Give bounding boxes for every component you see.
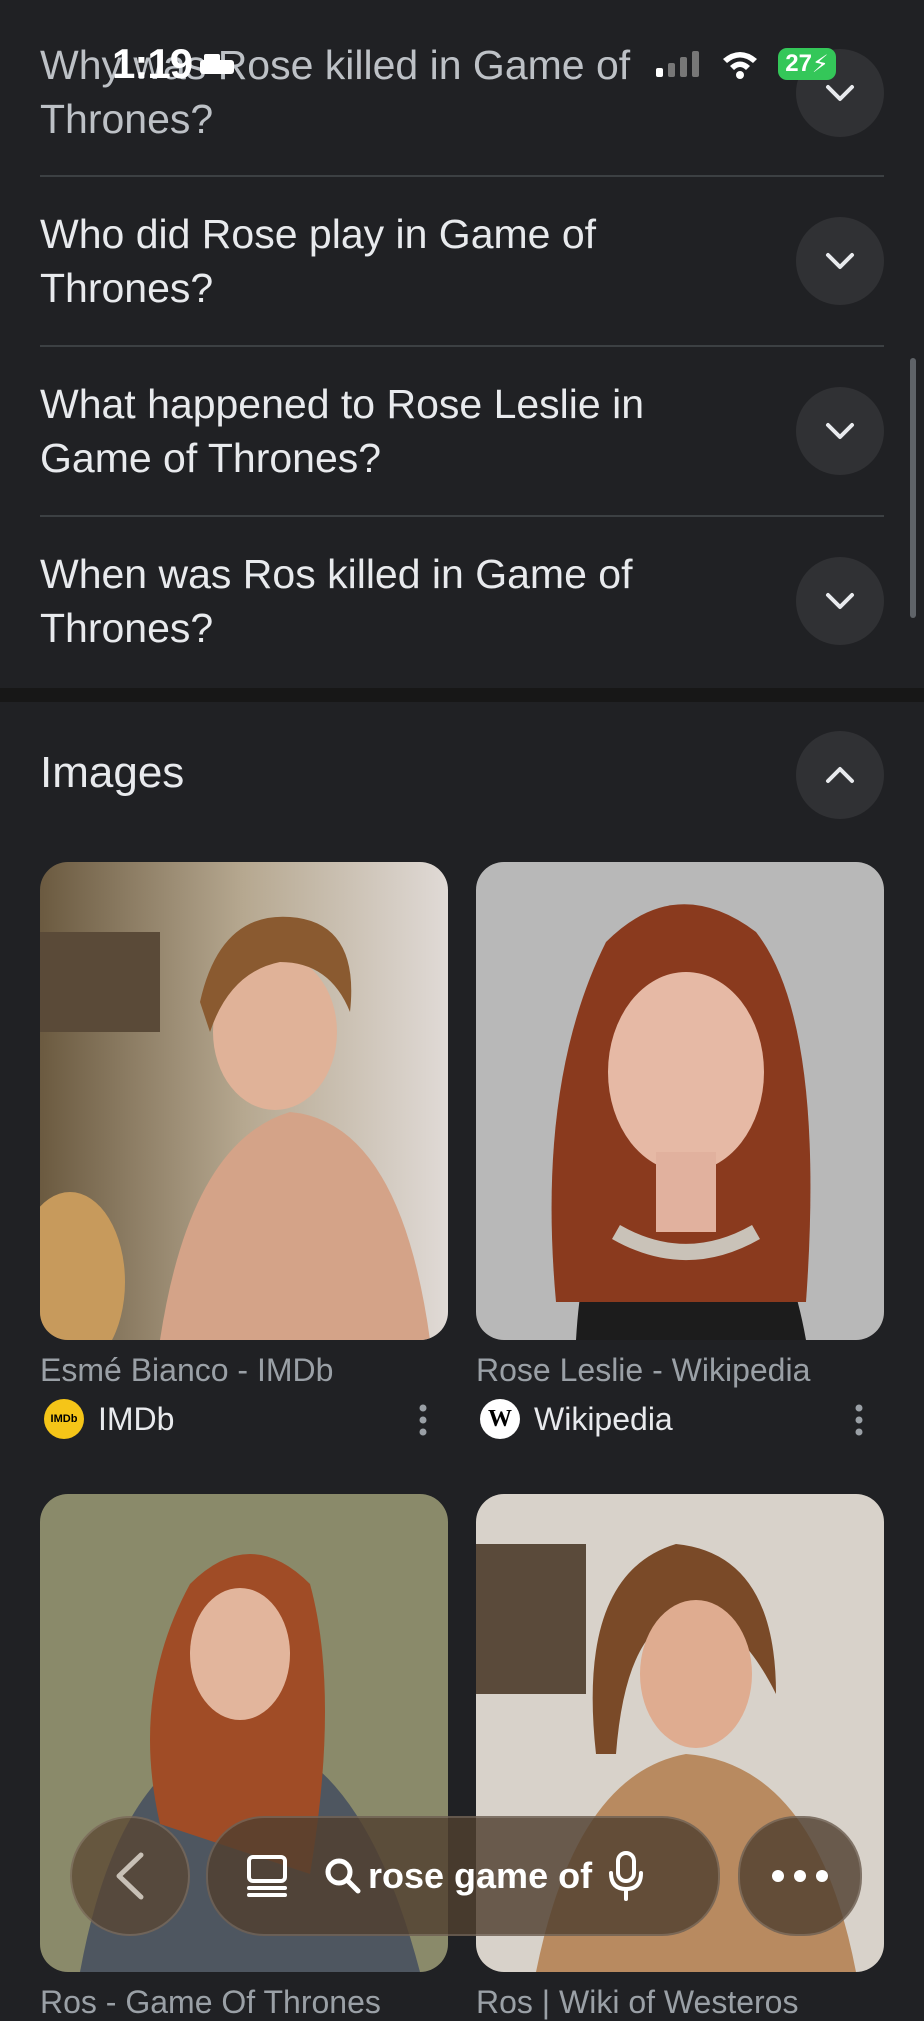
faq-question: When was Ros killed in Game of Thrones? xyxy=(40,551,633,651)
image-title[interactable]: Ros | Wiki of Westeros xyxy=(476,1984,884,2021)
faq-item[interactable]: When was Ros killed in Game of Thrones? xyxy=(40,517,884,687)
faq-question: Who did Rose play in Game of Thrones? xyxy=(40,211,597,311)
more-options-button[interactable] xyxy=(738,1816,862,1936)
faq-question: Why was Rose killed in Game of Thrones? xyxy=(40,42,631,142)
image-thumbnail[interactable] xyxy=(40,862,448,1340)
chevron-up-icon xyxy=(826,767,854,783)
expand-button[interactable] xyxy=(796,217,884,305)
search-bar[interactable]: rose game of xyxy=(206,1816,720,1936)
image-title[interactable]: Rose Leslie - Wikipedia xyxy=(476,1352,884,1389)
chevron-down-icon xyxy=(826,423,854,439)
faq-item[interactable]: Why was Rose killed in Game of Thrones? xyxy=(40,0,884,177)
bottom-toolbar: rose game of xyxy=(0,1810,924,1940)
more-vert-icon[interactable] xyxy=(408,1403,438,1437)
scrollbar[interactable] xyxy=(910,358,916,618)
expand-button[interactable] xyxy=(796,557,884,645)
source-name: IMDb xyxy=(98,1400,175,1437)
collapse-button[interactable] xyxy=(796,731,884,819)
chevron-down-icon xyxy=(826,253,854,269)
imdb-logo-text: IMDb xyxy=(50,1413,78,1425)
faq-item[interactable]: What happened to Rose Leslie in Game of … xyxy=(40,347,884,517)
imdb-logo-icon: IMDb xyxy=(44,1399,84,1439)
section-divider xyxy=(0,688,924,702)
wikipedia-logo-icon: W xyxy=(480,1399,520,1439)
more-vert-icon[interactable] xyxy=(844,1403,874,1437)
image-result[interactable]: Esmé Bianco - IMDb IMDb IMDb xyxy=(40,862,448,1439)
image-result[interactable]: Ros - Game Of Thrones xyxy=(40,1494,448,2021)
search-icon xyxy=(325,1858,361,1894)
image-result[interactable]: Ros | Wiki of Westeros xyxy=(476,1494,884,2021)
portrait-image xyxy=(40,862,448,1340)
faq-question: What happened to Rose Leslie in Game of … xyxy=(40,381,645,481)
more-horiz-icon xyxy=(772,1870,828,1882)
back-button[interactable] xyxy=(70,1816,190,1936)
image-title[interactable]: Ros - Game Of Thrones xyxy=(40,1984,448,2021)
expand-button[interactable] xyxy=(796,387,884,475)
image-result[interactable]: Rose Leslie - Wikipedia W Wikipedia xyxy=(476,862,884,1439)
chevron-down-icon xyxy=(826,593,854,609)
wikipedia-logo-text: W xyxy=(488,1405,512,1432)
source-name: Wikipedia xyxy=(534,1400,673,1437)
tabs-icon[interactable] xyxy=(244,1853,290,1899)
image-thumbnail[interactable] xyxy=(476,862,884,1340)
chevron-down-icon xyxy=(826,85,854,101)
image-source[interactable]: IMDb IMDb xyxy=(40,1399,448,1439)
image-title[interactable]: Esmé Bianco - IMDb xyxy=(40,1352,448,1389)
portrait-image xyxy=(476,862,884,1340)
chevron-left-icon xyxy=(116,1852,144,1900)
search-query[interactable]: rose game of xyxy=(368,1855,598,1897)
images-section-title: Images xyxy=(40,748,185,797)
expand-button[interactable] xyxy=(796,49,884,137)
faq-item[interactable]: Who did Rose play in Game of Thrones? xyxy=(40,177,884,347)
image-source[interactable]: W Wikipedia xyxy=(476,1399,884,1439)
microphone-icon[interactable] xyxy=(608,1851,644,1901)
